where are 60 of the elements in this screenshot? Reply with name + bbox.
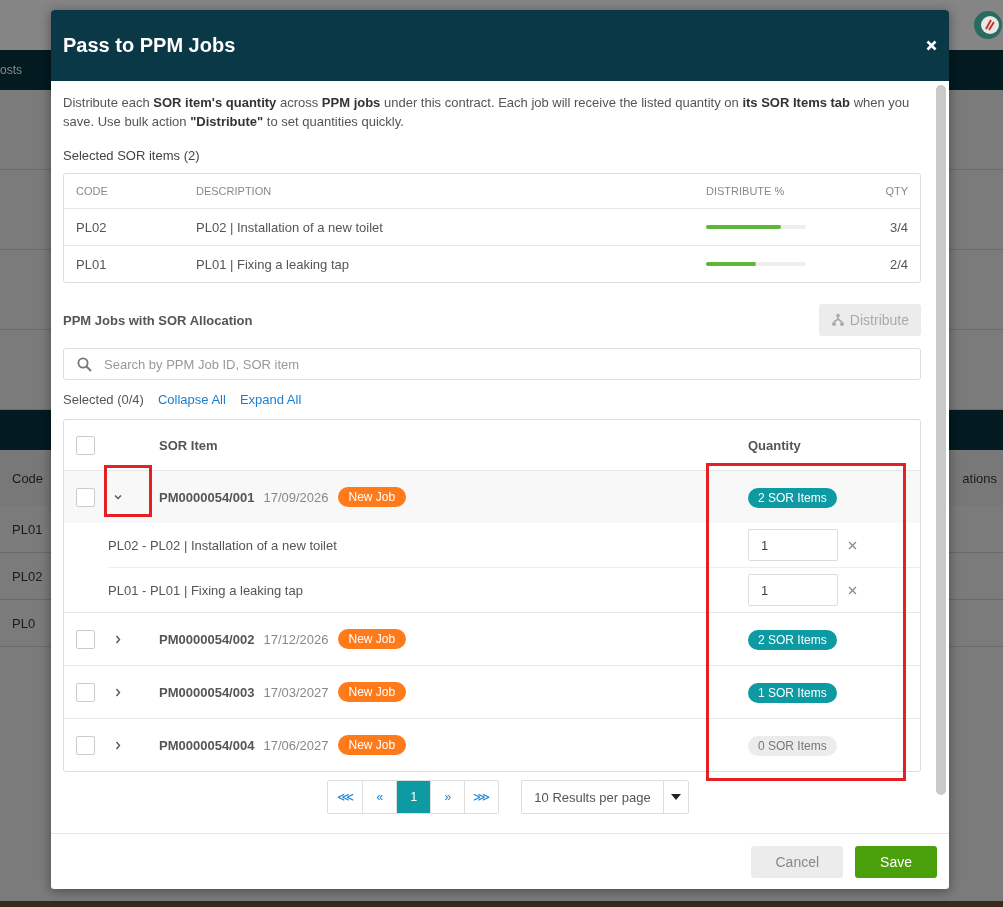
selection-count: Selected (0/4): [63, 391, 144, 407]
logo-icon[interactable]: [973, 10, 1003, 40]
count-badge: 1 SOR Items: [748, 682, 837, 703]
dialog-title: Pass to PPM Jobs: [63, 34, 236, 57]
link[interactable]: Collapse All: [157, 391, 226, 407]
branch-icon: [830, 313, 845, 327]
page-button[interactable]: ⋙: [464, 781, 499, 813]
search-icon: [77, 357, 92, 372]
quantity-field[interactable]: 1: [748, 574, 838, 606]
job-id: PM0000054/001: [159, 489, 255, 505]
sor-item-label: PL01 - PL01 | Fixing a leaking tap: [108, 582, 304, 598]
column-header: CODE: [76, 185, 109, 197]
job-date: 17/03/2027: [263, 684, 329, 700]
table-cell-text: PL01 | Fixing a leaking tap: [196, 256, 350, 272]
count-badge: 0 SOR Items: [748, 735, 837, 756]
cancel-button[interactable]: Cancel: [751, 845, 844, 878]
status-badge: New Job: [337, 487, 407, 507]
table-cell-text: PL02 | Installation of a new toilet: [196, 219, 384, 235]
checkbox[interactable]: [76, 629, 95, 649]
section-heading: Selected SOR items (2): [63, 148, 201, 163]
table-cell: PL01: [12, 521, 43, 537]
page-button[interactable]: 1: [396, 781, 431, 813]
intro-text: Distribute each SOR item's quantity across PPM jobs under this contract. Each job will receive the listed quantity on its SOR Items tab when you save. Use bulk action "Distribute" to set quantities quickly.: [63, 94, 911, 131]
caret-icon: [670, 794, 681, 800]
column-header: SOR Item: [159, 437, 219, 453]
column-header: ations: [962, 470, 997, 486]
job-id: PM0000054/003: [159, 684, 255, 700]
column-header: QTY: [884, 185, 908, 197]
save-button[interactable]: Save: [855, 845, 937, 878]
checkbox[interactable]: [76, 487, 95, 507]
nav-tab[interactable]: osts: [0, 63, 22, 77]
quantity-field[interactable]: 1: [748, 529, 838, 561]
job-id: PM0000054/004: [159, 737, 255, 753]
status-badge: New Job: [337, 629, 407, 649]
column-header: DISTRIBUTE %: [706, 185, 786, 197]
table-cell-text: PL01: [76, 256, 108, 272]
column-header: DESCRIPTION: [196, 185, 273, 197]
job-date: 17/12/2026: [263, 631, 329, 647]
per-page-dropdown[interactable]: 10 Results per page: [521, 780, 689, 814]
search-field[interactable]: Search by PPM Job ID, SOR item: [63, 348, 921, 380]
section-heading: PPM Jobs with SOR Allocation: [63, 312, 253, 328]
table-cell-text: 3/4: [888, 219, 908, 235]
column-header: Code: [12, 470, 44, 486]
job-id: PM0000054/002: [159, 631, 255, 647]
column-header: Quantity: [748, 437, 802, 453]
table-cell: PL0: [12, 615, 36, 631]
status-badge: New Job: [337, 735, 407, 755]
job-date: 17/06/2027: [263, 737, 329, 753]
status-badge: New Job: [337, 682, 407, 702]
checkbox[interactable]: [76, 735, 95, 755]
checkbox[interactable]: [76, 435, 95, 455]
sor-item-label: PL02 - PL02 | Installation of a new toilet: [108, 537, 338, 553]
count-badge: 2 SOR Items: [748, 487, 837, 508]
link[interactable]: Expand All: [239, 391, 302, 407]
table-cell: PL02: [12, 568, 43, 584]
table-cell-text: 2/4: [888, 256, 908, 272]
checkbox[interactable]: [76, 682, 95, 702]
job-date: 17/09/2026: [263, 489, 329, 505]
table-cell-text: PL02: [76, 219, 108, 235]
count-badge: 2 SOR Items: [748, 629, 837, 650]
